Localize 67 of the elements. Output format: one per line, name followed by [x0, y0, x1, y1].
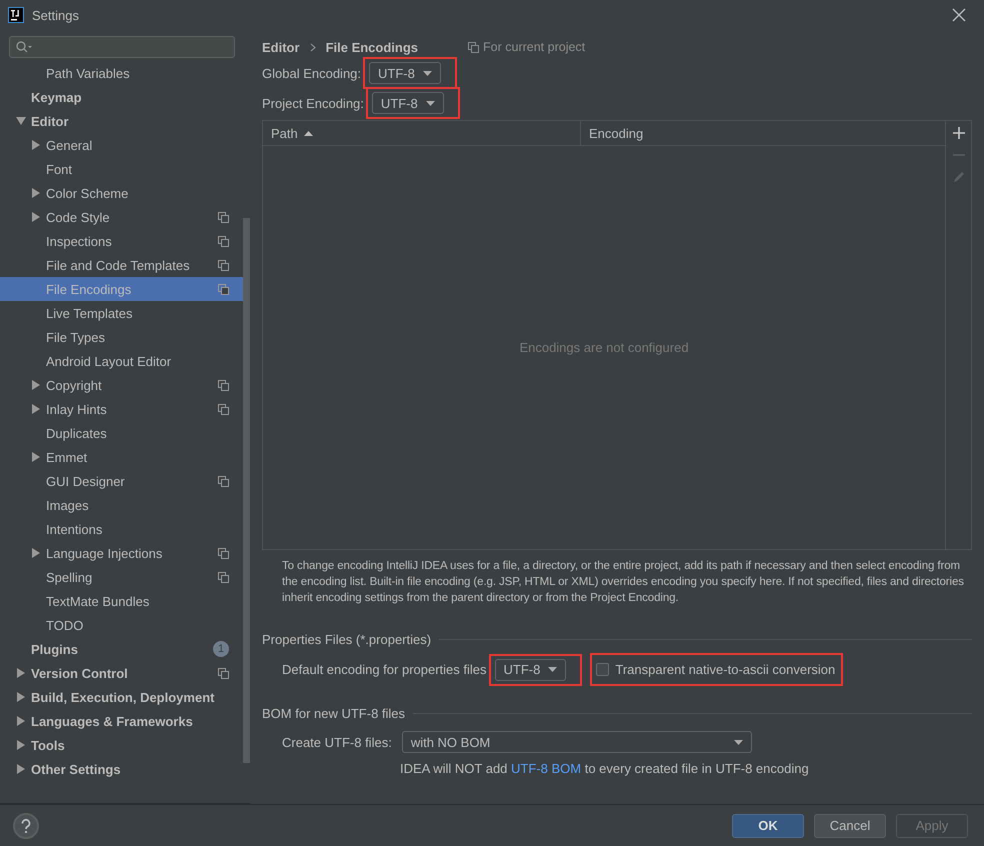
- field-label: Default encoding for properties files: [282, 662, 487, 677]
- section-title: BOM for new UTF-8 files: [262, 706, 406, 721]
- field-label: Create UTF-8 files:: [282, 734, 392, 750]
- tree-item[interactable]: Inspections: [0, 229, 243, 253]
- count-badge: 1: [213, 641, 229, 657]
- add-icon[interactable]: [952, 127, 964, 139]
- column-header[interactable]: Encoding: [581, 121, 945, 145]
- tree-item[interactable]: Build, Execution, Deployment: [0, 685, 243, 709]
- help-icon[interactable]: [13, 812, 39, 838]
- help-text: To change encoding IntelliJ IDEA uses for a file, a directory, or the entire project, add its path if necessary and then select encoding from the encoding list. Built-in file encoding (e.g. JSP, HTML or XML) overrides encoding you specify here. If not specified, files and directories inherit encoding settings from the parent directory or from the Project Encoding.: [282, 559, 965, 606]
- link[interactable]: UTF-8 BOM: [511, 761, 582, 776]
- dropdown-arrow-icon: [426, 100, 435, 106]
- tree-item[interactable]: Copyright: [0, 373, 243, 397]
- dropdown-arrow-icon: [734, 740, 743, 744]
- dropdown-arrow-icon: [548, 667, 558, 672]
- scope-note: For current project: [483, 40, 586, 54]
- checkbox-label: Transparent native-to-ascii conversion: [615, 662, 836, 677]
- close-icon[interactable]: [952, 8, 966, 22]
- section-title: Properties Files (*.properties): [262, 632, 432, 647]
- field-label: Global Encoding:: [262, 66, 362, 80]
- encoding-dropdown[interactable]: UTF-8: [494, 658, 566, 680]
- field-label: Project Encoding:: [262, 96, 364, 110]
- tree-item[interactable]: File and Code Templates: [0, 253, 243, 277]
- copy-icon: [468, 42, 480, 52]
- tree-item[interactable]: Code Style: [0, 205, 243, 229]
- breadcrumb-item: Editor: [262, 40, 300, 54]
- tree-item[interactable]: Plugins 1: [0, 637, 243, 661]
- tree-item[interactable]: Font: [0, 157, 243, 181]
- tree-item[interactable]: Spelling: [0, 565, 243, 589]
- tree-item[interactable]: TODO: [0, 613, 243, 637]
- tree-item[interactable]: Duplicates: [0, 421, 243, 445]
- tree-item[interactable]: Other Settings: [0, 757, 243, 781]
- empty-message: Encodings are not configured: [519, 340, 689, 355]
- tree-item[interactable]: Path Variables: [0, 61, 243, 85]
- tree-item[interactable]: Editor: [0, 109, 243, 133]
- tree-item[interactable]: Android Layout Editor: [0, 349, 243, 373]
- tree-item[interactable]: Live Templates: [0, 301, 243, 325]
- breadcrumb-item: File Encodings: [326, 40, 418, 54]
- search-field[interactable]: [9, 36, 235, 58]
- tree-item[interactable]: General: [0, 133, 243, 157]
- search-icon: [16, 41, 32, 53]
- dropdown-arrow-icon: [422, 70, 432, 76]
- tree-item[interactable]: Images: [0, 493, 243, 517]
- tree-item[interactable]: File Types: [0, 325, 243, 349]
- checkbox[interactable]: [596, 663, 610, 676]
- scrollbar[interactable]: [243, 218, 250, 763]
- tree-item[interactable]: Languages & Frameworks: [0, 709, 243, 733]
- tree-item[interactable]: Version Control: [0, 661, 243, 685]
- tree-item[interactable]: Emmet: [0, 445, 243, 469]
- tree-item[interactable]: Tools: [0, 733, 243, 757]
- tree-item[interactable]: TextMate Bundles: [0, 589, 243, 613]
- app-logo-icon: [8, 7, 24, 23]
- tree-item[interactable]: Color Scheme: [0, 181, 243, 205]
- column-header[interactable]: Path: [263, 121, 581, 145]
- tree-item[interactable]: Language Injections: [0, 541, 243, 565]
- window-title: Settings: [32, 8, 80, 22]
- dialog-button[interactable]: Cancel: [814, 814, 886, 838]
- bom-dropdown[interactable]: with NO BOM: [402, 731, 752, 753]
- info-text: IDEA will NOT add UTF-8 BOM to every created file in UTF-8 encoding: [400, 761, 810, 776]
- tree-item[interactable]: Keymap: [0, 85, 243, 109]
- tree-item[interactable]: Intentions: [0, 517, 243, 541]
- tree-item[interactable]: Inlay Hints: [0, 397, 243, 421]
- chevron-icon: [310, 42, 316, 52]
- encoding-dropdown[interactable]: UTF-8: [372, 92, 444, 114]
- encoding-dropdown[interactable]: UTF-8: [369, 62, 441, 84]
- tree-item[interactable]: GUI Designer: [0, 469, 243, 493]
- dialog-button[interactable]: OK: [732, 814, 804, 838]
